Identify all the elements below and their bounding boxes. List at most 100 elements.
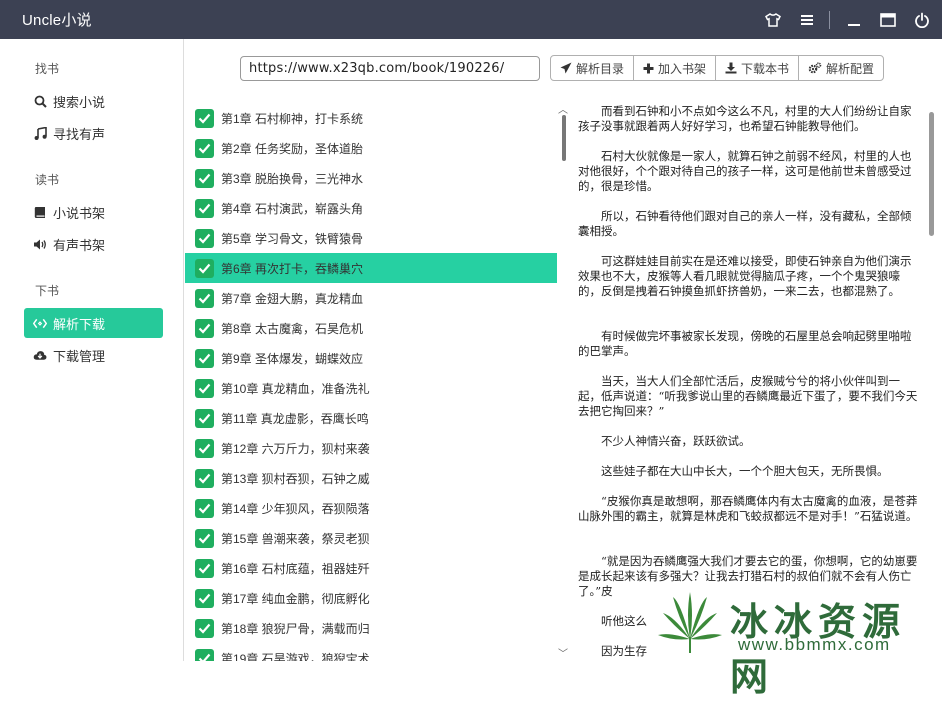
chapter-title: 第1章 石村柳神，打卡系统 <box>221 111 364 126</box>
chapter-row[interactable]: 第17章 纯血金鹏，彻底孵化 <box>185 583 557 613</box>
chapter-row[interactable]: 第15章 兽潮来袭，祭灵老狈 <box>185 523 557 553</box>
chapter-title: 第14章 少年狈风，吞狈陨落 <box>221 501 370 516</box>
chapter-list: 第1章 石村柳神，打卡系统 第2章 任务奖励，圣体道胎 第3章 脱胎换骨，三光神水第… <box>185 102 557 661</box>
checkbox-checked-icon[interactable] <box>195 198 214 218</box>
chapter-title: 第17章 纯血金鹏，彻底孵化 <box>221 591 370 606</box>
chapter-list-scrollbar[interactable] <box>562 115 566 161</box>
title-bar: Uncle小说 <box>0 0 942 39</box>
chapter-title: 第3章 脱胎换骨，三光神水 <box>221 171 364 186</box>
send-icon <box>560 62 572 74</box>
checkbox-checked-icon[interactable] <box>195 408 214 428</box>
minimize-icon[interactable] <box>844 10 864 30</box>
chapter-row[interactable]: 第11章 真龙虚影，吞鹰长鸣 <box>185 403 557 433</box>
chapter-title: 第7章 金翅大鹏，真龙精血 <box>221 291 364 306</box>
chapter-title: 第4章 石村演武，崭露头角 <box>221 201 364 216</box>
sidebar-item-download-manager[interactable]: 下载管理 <box>24 340 163 370</box>
checkbox-checked-icon[interactable] <box>195 468 214 488</box>
watermark-url: www.bbmmx.com <box>738 635 891 654</box>
chapter-title: 第19章 石昊游戏，狼猊宝术 <box>221 651 370 662</box>
chapter-title: 第2章 任务奖励，圣体道胎 <box>221 141 364 156</box>
checkbox-checked-icon[interactable] <box>195 498 214 518</box>
chapter-row[interactable]: 第6章 再次打卡，吞鳞巢穴 <box>185 253 557 283</box>
chapter-row[interactable]: 第18章 狼猊尸骨，满载而归 <box>185 613 557 643</box>
download-book-button[interactable]: 下载本书 <box>715 55 800 81</box>
reader-paragraph: 有时候做完坏事被家长发现，傍晚的石屋里总会响起劈里啪啦的巴掌声。 <box>578 329 912 358</box>
reader-paragraph: 而看到石钟和小不点如今这么不凡，村里的大人们纷纷让自家孩子没事就跟着两人好好学习… <box>578 104 912 133</box>
section-title-find: 找书 <box>35 62 60 76</box>
url-input[interactable]: https://www.x23qb.com/book/190226/ <box>240 56 540 81</box>
sidebar-item-find-audio[interactable]: 寻找有声 <box>24 118 163 148</box>
sidebar: 找书 搜索小说 寻找有声 读书 小说书架 有声书架 下书 解析下载 下载管理 <box>0 39 184 661</box>
checkbox-checked-icon[interactable] <box>195 558 214 578</box>
checkbox-checked-icon[interactable] <box>195 138 214 158</box>
checkbox-checked-icon[interactable] <box>195 108 214 128</box>
sidebar-item-search-novel[interactable]: 搜索小说 <box>24 86 163 116</box>
music-icon <box>33 126 47 140</box>
reader-paragraph: 当天，当大人们全部忙活后，皮猴贼兮兮的将小伙伴叫到一起，低声说道：“听我爹说山里… <box>578 374 918 418</box>
checkbox-checked-icon[interactable] <box>195 528 214 548</box>
checkbox-checked-icon[interactable] <box>195 648 214 661</box>
chapter-row[interactable]: 第3章 脱胎换骨，三光神水 <box>185 163 557 193</box>
cloud-download-icon <box>33 348 47 362</box>
chapter-row[interactable]: 第16章 石村底蕴，祖器娃歼 <box>185 553 557 583</box>
chapter-title: 第11章 真龙虚影，吞鹰长鸣 <box>221 411 369 426</box>
reader-paragraph: 这些娃子都在大山中长大，一个个胆大包天，无所畏惧。 <box>601 464 889 478</box>
sidebar-item-audio-shelf[interactable]: 有声书架 <box>24 229 163 259</box>
titlebar-divider <box>829 10 830 29</box>
checkbox-checked-icon[interactable] <box>195 318 214 338</box>
chapter-title: 第9章 圣体爆发，蝴蝶效应 <box>221 351 364 366</box>
chapter-row[interactable]: 第4章 石村演武，崭露头角 <box>185 193 557 223</box>
button-label: 加入书架 <box>658 61 707 76</box>
app-title: Uncle小说 <box>22 12 92 29</box>
chapter-title: 第13章 狈村吞狈，石钟之威 <box>221 471 370 486</box>
checkbox-checked-icon[interactable] <box>195 348 214 368</box>
chapter-title: 第6章 再次打卡，吞鳞巢穴 <box>221 261 364 276</box>
window-controls <box>749 0 932 39</box>
menu-icon[interactable] <box>797 10 817 30</box>
power-icon[interactable] <box>912 10 932 30</box>
reader-paragraph: 所以，石钟看待他们跟对自己的亲人一样，没有藏私，全部倾囊相授。 <box>578 209 912 238</box>
chapter-row[interactable]: 第12章 六万斤力，狈村来袭 <box>185 433 557 463</box>
checkbox-checked-icon[interactable] <box>195 438 214 458</box>
section-title-read: 读书 <box>35 173 60 187</box>
chevron-down-icon[interactable]: ﹀ <box>558 645 568 660</box>
chapter-title: 第8章 太古魔禽，石昊危机 <box>221 321 364 336</box>
checkbox-checked-icon[interactable] <box>195 588 214 608</box>
sidebar-item-label: 小说书架 <box>53 205 106 221</box>
sidebar-item-label: 寻找有声 <box>53 126 106 142</box>
checkbox-checked-icon[interactable] <box>195 168 214 188</box>
reader-paragraph: 不少人神情兴奋，跃跃欲试。 <box>601 434 751 448</box>
sidebar-item-novel-shelf[interactable]: 小说书架 <box>24 197 163 227</box>
chapter-row[interactable]: 第13章 狈村吞狈，石钟之威 <box>185 463 557 493</box>
plus-icon <box>643 63 654 73</box>
button-label: 下载本书 <box>741 61 790 76</box>
reader-scrollbar[interactable] <box>929 112 934 236</box>
maximize-icon[interactable] <box>878 10 898 30</box>
chapter-row[interactable]: 第5章 学习骨文，铁臂猿骨 <box>185 223 557 253</box>
watermark: 冰冰资源网 www.bbmmx.com <box>650 585 942 699</box>
chapter-row[interactable]: 第7章 金翅大鹏，真龙精血 <box>185 283 557 313</box>
checkbox-checked-icon[interactable] <box>195 288 214 308</box>
parse-config-button[interactable]: 解析配置 <box>798 55 885 81</box>
cogs-icon <box>808 62 822 74</box>
checkbox-checked-icon[interactable] <box>195 378 214 398</box>
chapter-row[interactable]: 第9章 圣体爆发，蝴蝶效应 <box>185 343 557 373</box>
sidebar-item-parse-download[interactable]: 解析下载 <box>24 308 163 338</box>
chapter-title: 第12章 六万斤力，狈村来袭 <box>221 441 370 456</box>
chapter-row[interactable]: 第1章 石村柳神，打卡系统 <box>185 103 557 133</box>
action-button-group: 解析目录 加入书架 下载本书 解析配置 <box>550 55 885 81</box>
checkbox-checked-icon[interactable] <box>195 618 214 638</box>
chapter-row[interactable]: 第8章 太古魔禽，石昊危机 <box>185 313 557 343</box>
checkbox-checked-icon[interactable] <box>195 258 214 278</box>
chevron-up-icon[interactable]: ︿ <box>558 101 568 116</box>
download-icon <box>725 62 737 74</box>
code-icon <box>33 316 47 330</box>
chapter-row[interactable]: 第14章 少年狈风，吞狈陨落 <box>185 493 557 523</box>
chapter-row[interactable]: 第2章 任务奖励，圣体道胎 <box>185 133 557 163</box>
chapter-row[interactable]: 第10章 真龙精血，准备洗礼 <box>185 373 557 403</box>
shirt-icon[interactable] <box>763 10 783 30</box>
checkbox-checked-icon[interactable] <box>195 228 214 248</box>
add-to-shelf-button[interactable]: 加入书架 <box>633 55 717 81</box>
chapter-row[interactable]: 第19章 石昊游戏，狼猊宝术 <box>185 643 557 661</box>
parse-toc-button[interactable]: 解析目录 <box>550 55 635 81</box>
